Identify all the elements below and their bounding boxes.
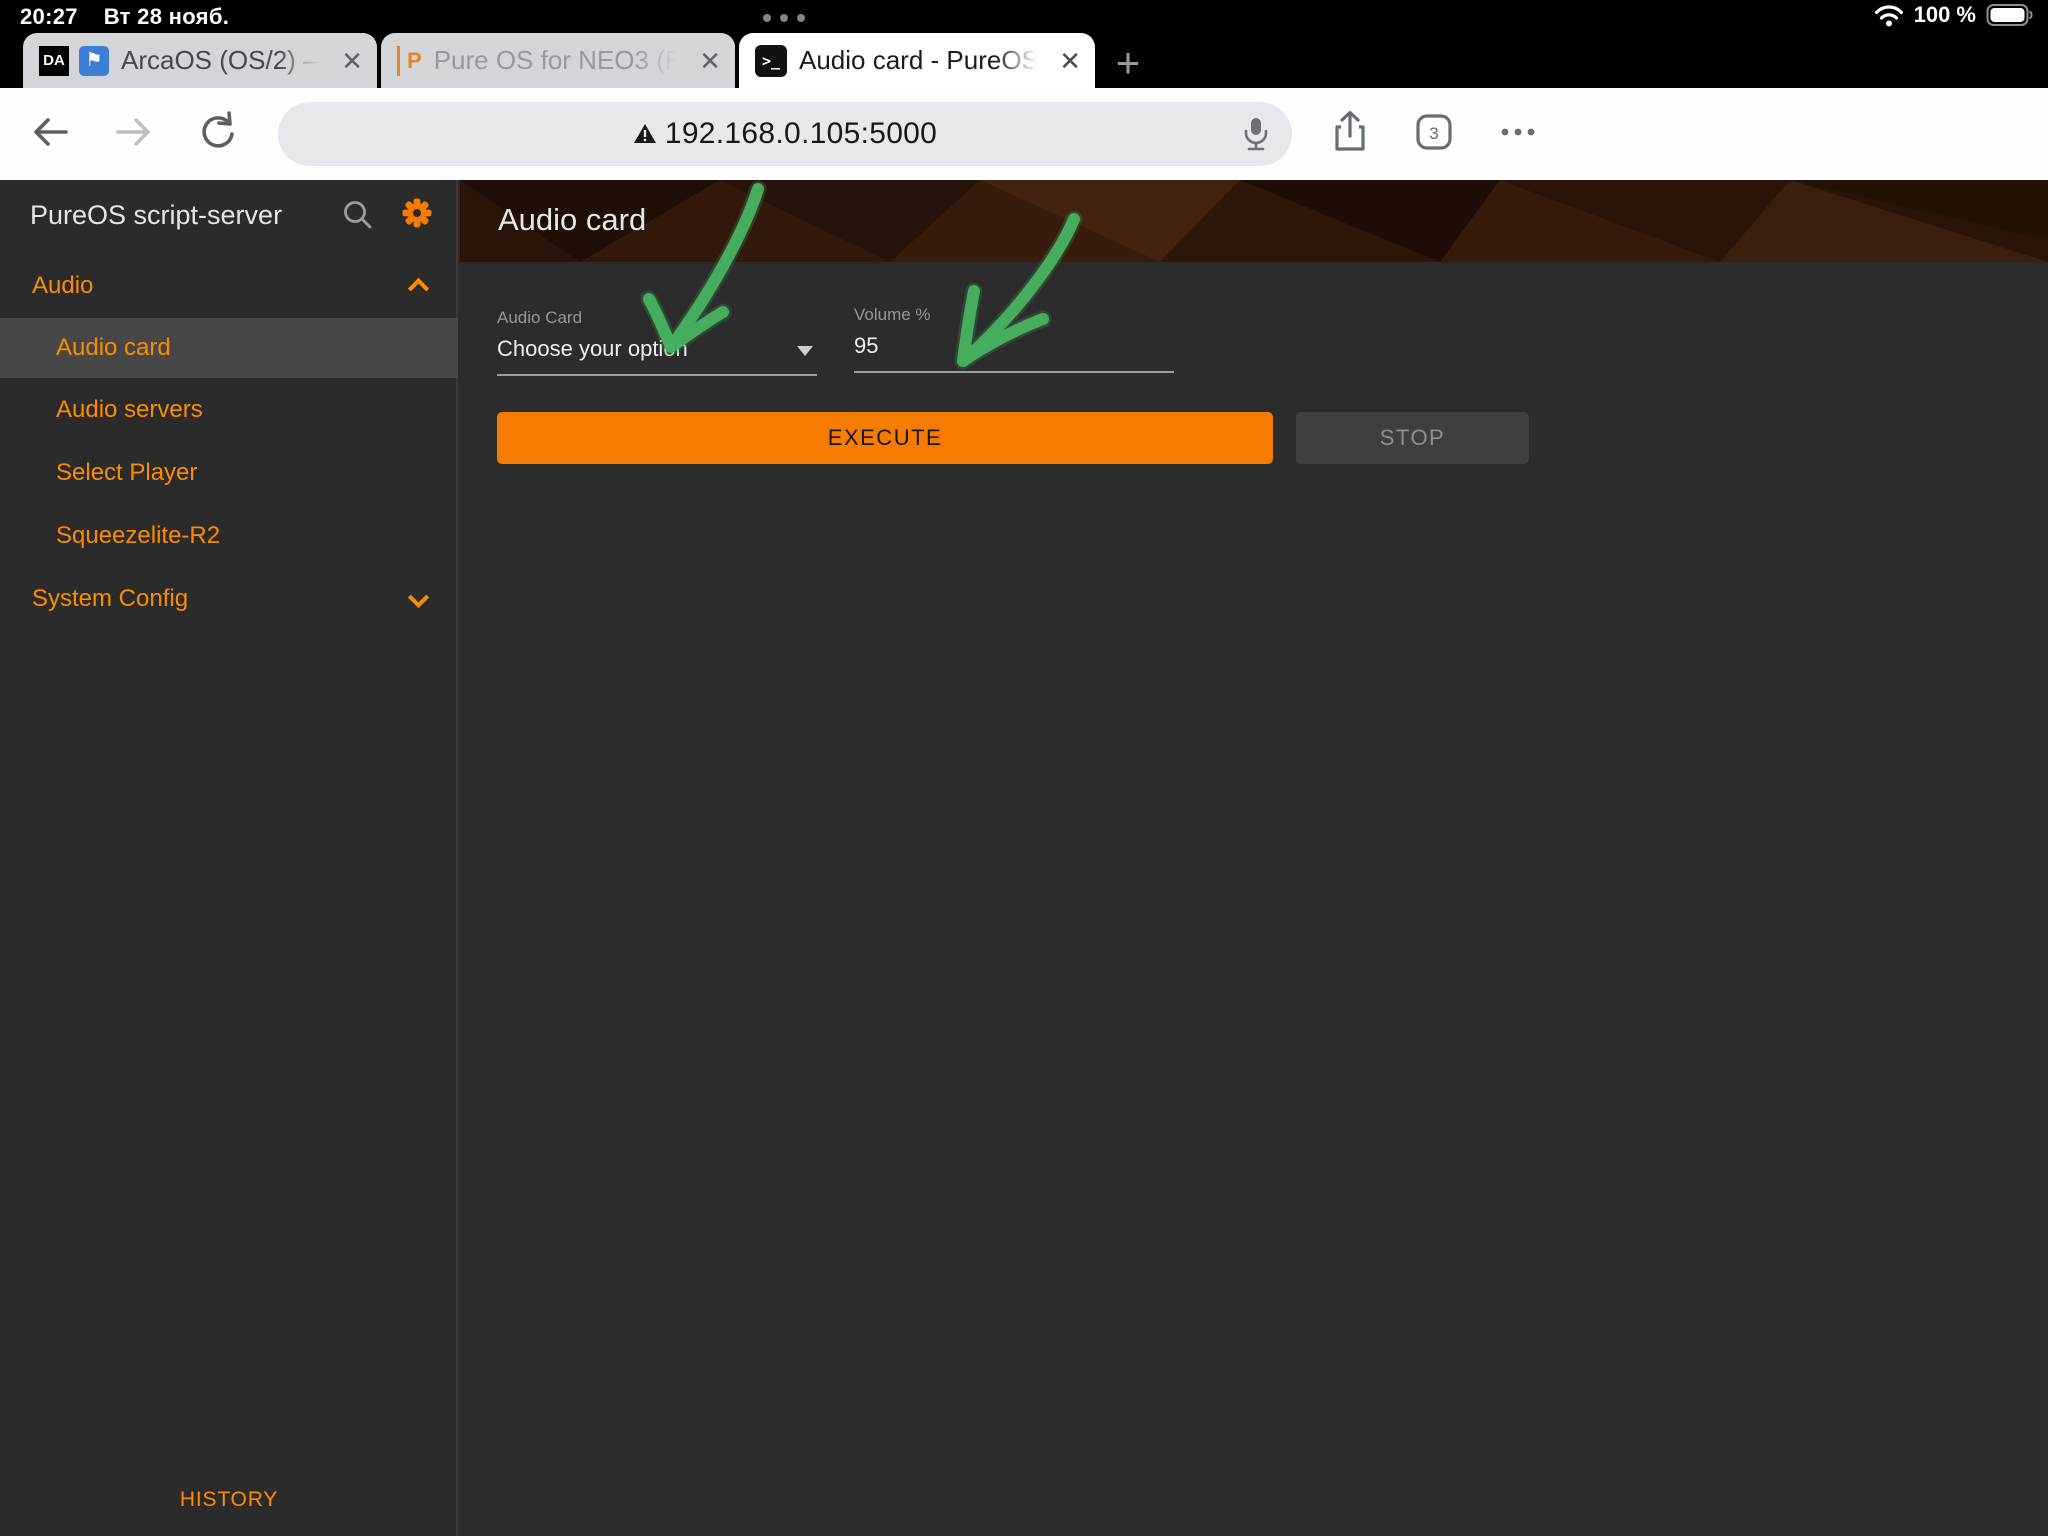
back-arrow-icon [28,110,72,154]
tab-count-icon: 3 [1411,109,1457,155]
browser-toolbar: 192.168.0.105:5000 3 [0,88,2048,180]
volume-input-value[interactable]: 95 [854,333,1174,373]
status-time: 20:27 [20,4,78,29]
audio-card-select-value[interactable]: Choose your option [497,336,817,376]
status-bar: 20:27 Вт 28 нояб. 100 % [0,0,2048,33]
settings-button[interactable] [398,194,436,232]
mic-button[interactable] [1236,114,1276,159]
status-time-date: 20:27 Вт 28 нояб. [20,4,255,30]
banner-texture [460,180,2048,262]
warning-icon [633,123,657,145]
sidebar-item-audio-card[interactable]: Audio card [0,318,458,378]
execute-button[interactable]: EXECUTE [497,412,1273,464]
volume-input-field[interactable]: Volume % 95 [854,305,1174,373]
web-content: PureOS script-server [0,180,2048,1536]
sidebar-group-system-config[interactable]: System Config [0,575,458,623]
tab-pureos-favicon: P [397,46,422,76]
back-button[interactable] [22,104,78,160]
forward-button[interactable] [106,104,162,160]
chevron-up-icon [408,277,429,298]
chevron-down-icon [408,586,429,607]
screen: 20:27 Вт 28 нояб. 100 % DA ⚑ ArcaOS (OS/2… [0,0,2048,1536]
dropdown-caret-icon [797,346,813,356]
tab-arcaos[interactable]: DA ⚑ ArcaOS (OS/2) — опе ✕ [23,33,377,88]
terminal-icon: >_ [755,45,787,77]
battery-percent: 100 % [1914,2,1976,28]
share-button[interactable] [1322,104,1378,160]
audio-card-select-field[interactable]: Audio Card Choose your option [497,308,817,376]
field-label: Audio Card [497,308,817,328]
search-button[interactable] [341,198,375,232]
svg-text:3: 3 [1429,124,1438,143]
tab-overview-button[interactable]: 3 [1406,104,1462,160]
history-button[interactable]: HISTORY [0,1474,458,1526]
microphone-icon [1236,114,1276,154]
new-tab-button[interactable]: + [1106,41,1150,85]
status-date: Вт 28 нояб. [104,4,229,29]
stop-button[interactable]: STOP [1296,412,1529,464]
multitasking-dots-icon [763,14,805,22]
sidebar-item-audio-servers[interactable]: Audio servers [0,386,458,434]
url-bar[interactable]: 192.168.0.105:5000 [278,102,1292,166]
forward-arrow-icon [112,110,156,154]
close-icon[interactable]: ✕ [699,48,721,74]
url-text: 192.168.0.105:5000 [665,117,937,151]
sidebar-item-squeezelite-r2[interactable]: Squeezelite-R2 [0,512,458,560]
tab-audio-card-active[interactable]: >_ Audio card - PureOS scri ✕ [739,33,1095,88]
close-icon[interactable]: ✕ [1059,48,1081,74]
tab-arcaos-favicon: DA [39,46,69,76]
ellipsis-icon [1495,109,1541,155]
battery-icon [1986,3,2034,27]
tab-pureos-neo3[interactable]: P Pure OS for NEO3 (RUS) ✕ [381,33,735,88]
flag-icon: ⚑ [79,46,109,76]
sidebar-item-select-player[interactable]: Select Player [0,449,458,497]
search-icon [341,198,375,232]
page-header-banner: Audio card [460,180,2048,262]
gear-icon [398,194,436,232]
page-title: Audio card [498,202,646,238]
sidebar: PureOS script-server [0,180,458,1536]
sidebar-group-audio[interactable]: Audio [0,262,458,310]
main-pane: Audio card Audio Card Choose your option… [460,180,2048,1536]
more-menu-button[interactable] [1490,104,1546,160]
app-title: PureOS script-server [30,200,282,231]
reload-icon [195,109,241,155]
field-label: Volume % [854,305,1174,325]
reload-button[interactable] [190,104,246,160]
tab-strip: DA ⚑ ArcaOS (OS/2) — опе ✕ P Pure OS for… [0,33,2048,88]
wifi-icon [1874,3,1904,27]
close-icon[interactable]: ✕ [341,48,363,74]
share-icon [1327,109,1373,155]
